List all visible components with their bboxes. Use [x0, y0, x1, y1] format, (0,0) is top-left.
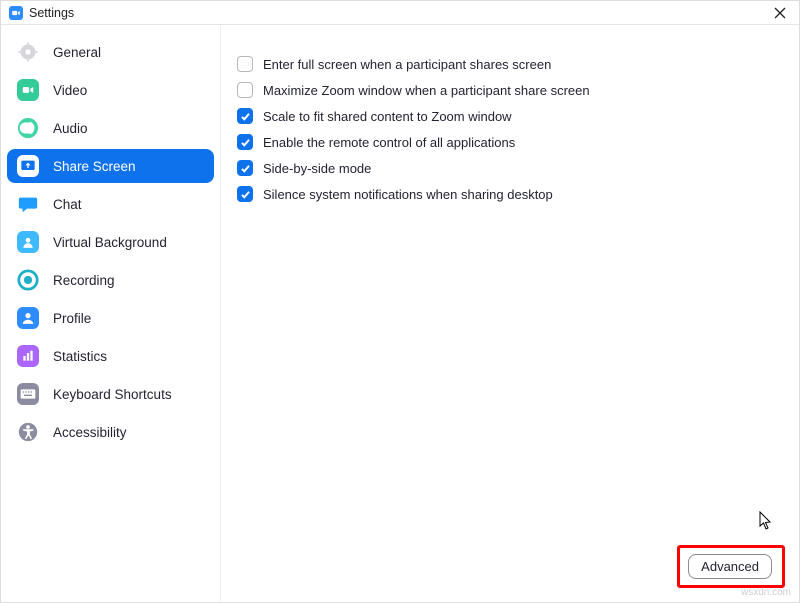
checkbox[interactable]: [237, 134, 253, 150]
sidebar-item-label: Profile: [53, 311, 91, 326]
checkbox[interactable]: [237, 56, 253, 72]
sidebar-item-label: Keyboard Shortcuts: [53, 387, 172, 402]
sidebar-item-statistics[interactable]: Statistics: [7, 339, 214, 373]
options-list: Enter full screen when a participant sha…: [237, 51, 773, 207]
profile-icon: [17, 307, 39, 329]
option-label: Enter full screen when a participant sha…: [263, 57, 551, 72]
sidebar-item-virtual-background[interactable]: Virtual Background: [7, 225, 214, 259]
sidebar-item-label: Recording: [53, 273, 115, 288]
option-label: Maximize Zoom window when a participant …: [263, 83, 590, 98]
option-label: Silence system notifications when sharin…: [263, 187, 553, 202]
body: General Video Audio Share Screen: [1, 25, 799, 602]
sidebar-item-label: Statistics: [53, 349, 107, 364]
option-label: Enable the remote control of all applica…: [263, 135, 515, 150]
settings-window: Settings General Video: [0, 0, 800, 603]
option-row: Side-by-side mode: [237, 155, 773, 181]
settings-icon: [17, 41, 39, 63]
sidebar-item-label: Chat: [53, 197, 82, 212]
sidebar-item-general[interactable]: General: [7, 35, 214, 69]
checkbox[interactable]: [237, 186, 253, 202]
virtual-background-icon: [17, 231, 39, 253]
sidebar-item-label: Share Screen: [53, 159, 136, 174]
option-label: Side-by-side mode: [263, 161, 371, 176]
advanced-highlight: Advanced: [677, 545, 785, 588]
video-icon: [17, 79, 39, 101]
sidebar-item-share-screen[interactable]: Share Screen: [7, 149, 214, 183]
titlebar: Settings: [1, 1, 799, 25]
sidebar: General Video Audio Share Screen: [1, 25, 221, 602]
checkbox[interactable]: [237, 82, 253, 98]
sidebar-item-label: Accessibility: [53, 425, 127, 440]
chat-icon: [17, 193, 39, 215]
sidebar-item-audio[interactable]: Audio: [7, 111, 214, 145]
checkbox[interactable]: [237, 160, 253, 176]
content-pane: Enter full screen when a participant sha…: [221, 25, 799, 602]
option-row: Silence system notifications when sharin…: [237, 181, 773, 207]
sidebar-item-video[interactable]: Video: [7, 73, 214, 107]
checkbox[interactable]: [237, 108, 253, 124]
sidebar-item-recording[interactable]: Recording: [7, 263, 214, 297]
window-title: Settings: [29, 6, 74, 20]
sidebar-item-accessibility[interactable]: Accessibility: [7, 415, 214, 449]
sidebar-item-label: Virtual Background: [53, 235, 167, 250]
option-row: Enter full screen when a participant sha…: [237, 51, 773, 77]
close-icon: [774, 7, 786, 19]
sidebar-item-label: Audio: [53, 121, 88, 136]
sidebar-item-keyboard-shortcuts[interactable]: Keyboard Shortcuts: [7, 377, 214, 411]
sidebar-item-label: Video: [53, 83, 87, 98]
cursor-icon: [759, 511, 775, 531]
audio-icon: [17, 117, 39, 139]
keyboard-icon: [17, 383, 39, 405]
sidebar-item-label: General: [53, 45, 101, 60]
sidebar-item-profile[interactable]: Profile: [7, 301, 214, 335]
option-row: Scale to fit shared content to Zoom wind…: [237, 103, 773, 129]
share-screen-icon: [17, 155, 39, 177]
zoom-app-icon: [9, 6, 23, 20]
option-row: Enable the remote control of all applica…: [237, 129, 773, 155]
option-row: Maximize Zoom window when a participant …: [237, 77, 773, 103]
statistics-icon: [17, 345, 39, 367]
accessibility-icon: [17, 421, 39, 443]
close-button[interactable]: [769, 2, 791, 24]
watermark: wsxdn.com: [741, 587, 791, 598]
advanced-button[interactable]: Advanced: [688, 554, 772, 579]
sidebar-item-chat[interactable]: Chat: [7, 187, 214, 221]
option-label: Scale to fit shared content to Zoom wind…: [263, 109, 512, 124]
recording-icon: [17, 269, 39, 291]
